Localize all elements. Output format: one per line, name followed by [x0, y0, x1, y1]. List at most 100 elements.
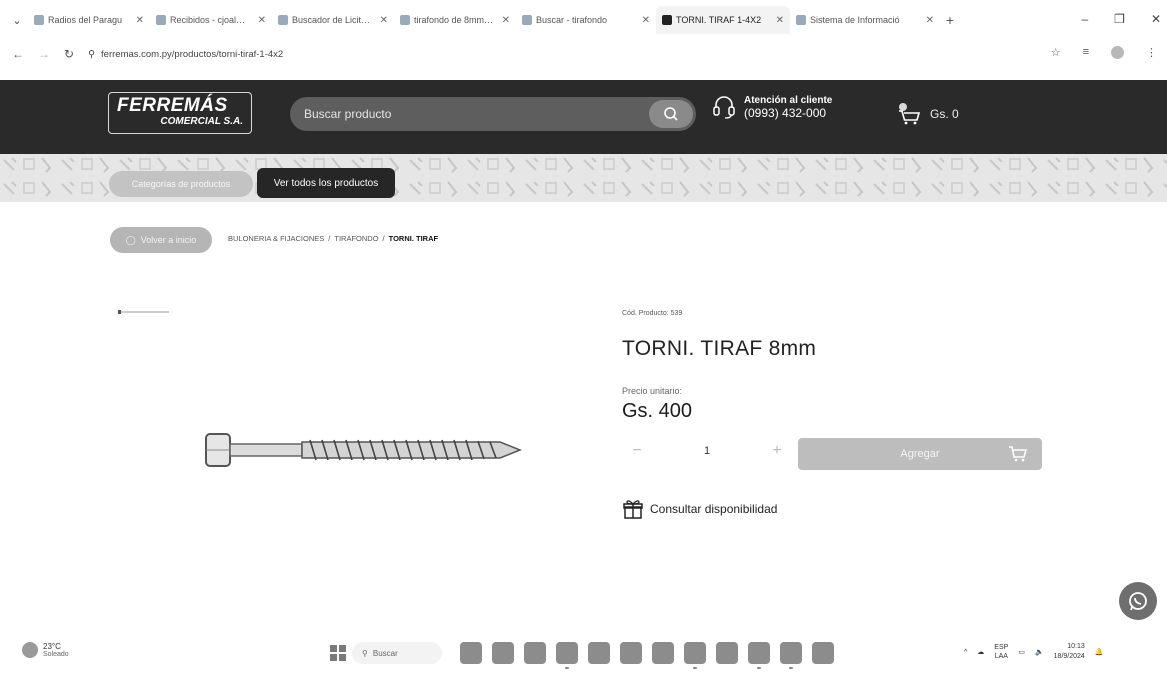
edge-browser-icon[interactable]: [556, 642, 578, 669]
close-icon[interactable]: ✕: [258, 15, 266, 26]
taskbar-app-icon[interactable]: [716, 642, 738, 664]
restore-icon[interactable]: ❐: [1114, 12, 1125, 26]
product-thumbnail[interactable]: [118, 310, 170, 314]
site-logo[interactable]: FERREMÁS COMERCIAL S.A.: [108, 92, 252, 134]
chrome-browser-icon[interactable]: [684, 642, 706, 669]
back-arrow-icon[interactable]: ←: [12, 47, 24, 61]
breadcrumb: BULONERIA & FIJACIONES / TIRAFONDO / TOR…: [228, 234, 438, 243]
breadcrumb-item[interactable]: TIRAFONDO: [334, 234, 378, 243]
browser-tab[interactable]: Radios del Paragu ✕: [28, 6, 150, 34]
logo-sub-text: COMERCIAL S.A.: [160, 116, 243, 127]
taskbar-app-icon[interactable]: [748, 642, 770, 669]
increase-quantity-button[interactable]: +: [762, 442, 792, 460]
tray-chevron-icon[interactable]: ^: [964, 649, 967, 656]
tab-title: Recibidos - cjoalbresc: [170, 15, 250, 25]
browser-toolbar-right: ☆ ≡ ⋮: [1051, 46, 1157, 59]
browser-tab[interactable]: Sistema de Informació ✕: [790, 6, 940, 34]
site-header: FERREMÁS COMERCIAL S.A. Atención al clie…: [0, 80, 1167, 154]
file-explorer-icon[interactable]: [524, 642, 546, 664]
close-icon[interactable]: ✕: [926, 15, 934, 26]
site-settings-icon[interactable]: ⚲: [88, 49, 95, 60]
reload-icon[interactable]: ↻: [64, 47, 74, 61]
close-icon[interactable]: ✕: [642, 15, 650, 26]
gift-icon: [623, 500, 643, 519]
close-icon[interactable]: ✕: [380, 15, 388, 26]
breadcrumb-separator: /: [382, 234, 385, 243]
taskbar-app-icon[interactable]: [620, 642, 642, 664]
check-availability-link[interactable]: Consultar disponibilidad: [622, 498, 777, 520]
language-indicator[interactable]: ESP LAA: [994, 643, 1008, 661]
new-tab-plus-icon[interactable]: +: [940, 12, 960, 28]
browser-menu-icon[interactable]: ⋮: [1146, 46, 1157, 59]
minimize-icon[interactable]: –: [1081, 12, 1088, 26]
taskbar-app-icon[interactable]: [492, 642, 514, 664]
browser-tab[interactable]: tirafondo de 8mm pre ✕: [394, 6, 516, 34]
breadcrumb-item[interactable]: BULONERIA & FIJACIONES: [228, 234, 324, 243]
volume-icon[interactable]: 🔈: [1035, 648, 1044, 656]
windows-logo-icon: [330, 645, 337, 652]
tab-favicon-icon: [522, 15, 532, 25]
tab-title: Buscador de Licitacio: [292, 15, 372, 25]
breadcrumb-current: TORNI. TIRAF: [388, 234, 439, 243]
tab-list-chevron-icon[interactable]: ⌄: [6, 14, 28, 27]
back-circle-icon: ◯: [125, 234, 136, 245]
search-input[interactable]: [290, 97, 650, 131]
decrease-quantity-button[interactable]: −: [622, 442, 652, 460]
close-icon[interactable]: ✕: [502, 15, 510, 26]
quantity-stepper: − 1 +: [622, 438, 792, 464]
system-tray: ^ ☁ ESP LAA ▭ 🔈 10:13 18/9/2024 🔔: [964, 642, 1104, 662]
start-button[interactable]: [330, 645, 346, 661]
taskbar-apps: [460, 642, 834, 669]
window-close-icon[interactable]: ✕: [1151, 12, 1161, 26]
weather-widget[interactable]: 23°C Soleado: [22, 642, 69, 658]
cloud-icon[interactable]: ☁: [977, 648, 984, 656]
taskbar-search-label: Buscar: [372, 648, 398, 658]
network-icon[interactable]: ▭: [1018, 648, 1025, 656]
forward-arrow-icon[interactable]: →: [38, 47, 50, 61]
tab-title: tirafondo de 8mm pre: [414, 15, 494, 25]
quantity-input[interactable]: 1: [652, 445, 762, 457]
whatsapp-icon: [1129, 592, 1147, 611]
browser-tab[interactable]: Buscar - tirafondo ✕: [516, 6, 656, 34]
categories-button[interactable]: Categorías de productos: [109, 171, 253, 197]
cart-icon: [1009, 446, 1027, 462]
taskbar-app-icon[interactable]: [460, 642, 482, 664]
tab-favicon-icon: [400, 15, 410, 25]
notification-bell-icon[interactable]: 🔔: [1095, 648, 1104, 656]
sun-icon: [22, 642, 38, 658]
whatsapp-button[interactable]: [1119, 582, 1157, 620]
category-band: Categorías de productos Ver todos los pr…: [0, 154, 1167, 202]
taskbar-app-icon[interactable]: [812, 642, 834, 664]
browser-tab-active[interactable]: TORNI. TIRAF 1-4X2 ✕: [656, 6, 790, 34]
weather-temperature: 23°C: [43, 642, 61, 651]
shopping-cart-icon: [899, 103, 921, 125]
tab-title: Buscar - tirafondo: [536, 15, 608, 25]
cart-total: Gs. 0: [930, 107, 959, 121]
all-products-button[interactable]: Ver todos los productos: [257, 168, 395, 198]
price-label: Precio unitario:: [622, 386, 683, 396]
back-home-button[interactable]: ◯ Volver a inicio: [110, 227, 212, 253]
taskbar-app-icon[interactable]: [588, 642, 610, 664]
clock[interactable]: 10:13 18/9/2024: [1054, 642, 1085, 662]
customer-support[interactable]: Atención al cliente (0993) 432-000: [712, 94, 832, 120]
tab-favicon-icon: [662, 15, 672, 25]
tab-favicon-icon: [278, 15, 288, 25]
search-button[interactable]: [649, 100, 693, 128]
profile-avatar[interactable]: [1111, 46, 1124, 59]
close-icon[interactable]: ✕: [776, 15, 784, 26]
browser-tab[interactable]: Recibidos - cjoalbresc ✕: [150, 6, 272, 34]
url-field[interactable]: ⚲ ferremas.com.py/productos/torni-tiraf-…: [88, 49, 283, 60]
bookmark-star-icon[interactable]: ☆: [1051, 46, 1061, 59]
add-to-cart-button[interactable]: Agregar: [798, 438, 1042, 470]
window-controls: – ❐ ✕: [1081, 12, 1161, 26]
close-icon[interactable]: ✕: [136, 15, 144, 26]
cart-link[interactable]: Gs. 0: [896, 102, 959, 126]
back-home-label: Volver a inicio: [140, 235, 197, 245]
taskbar-app-icon[interactable]: [652, 642, 674, 664]
taskbar-app-icon[interactable]: [780, 642, 802, 669]
product-info: Cód. Producto: 539 TORNI. TIRAF 8mm Prec…: [622, 310, 1052, 519]
tab-search-icon[interactable]: ≡: [1083, 46, 1089, 59]
browser-tab[interactable]: Buscador de Licitacio ✕: [272, 6, 394, 34]
taskbar-search[interactable]: ⚲ Buscar: [352, 642, 442, 664]
weather-condition: Soleado: [43, 651, 69, 658]
